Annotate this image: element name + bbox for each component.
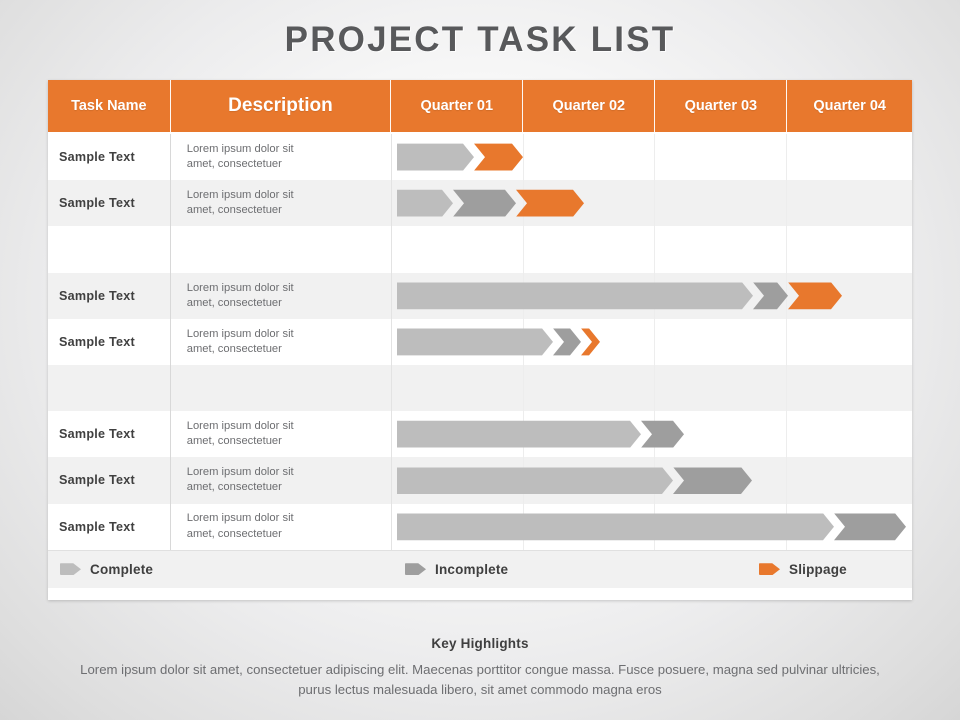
cell-q2 (524, 226, 656, 273)
cell-task-name: Sample Text (48, 134, 171, 181)
cell-q1 (392, 457, 524, 504)
cell-q4 (787, 180, 912, 226)
table-row: Sample Text Lorem ipsum dolor sit amet, co… (48, 411, 912, 458)
legend-swatch-slippage-icon (759, 563, 780, 576)
legend-item-incomplete: Incomplete (405, 562, 508, 577)
table-row: Sample Text Lorem ipsum dolor sit amet, co… (48, 272, 912, 319)
cell-description: Lorem ipsum dolor sit amet, consectetuer (171, 457, 392, 504)
cell-q1 (392, 318, 524, 365)
cell-q3 (655, 503, 788, 550)
cell-q3 (655, 364, 788, 412)
key-highlights-body: Lorem ipsum dolor sit amet, consectetuer… (80, 662, 880, 698)
column-header-quarter-01: Quarter 01 (391, 80, 524, 132)
cell-q4 (787, 365, 912, 411)
legend-item-slippage: Slippage (759, 562, 847, 577)
cell-q3 (655, 226, 788, 273)
cell-q4 (787, 457, 912, 503)
cell-q2 (524, 364, 656, 412)
table-row (48, 364, 912, 412)
legend-item-complete: Complete (60, 562, 153, 577)
cell-q2 (524, 272, 656, 319)
cell-q3 (655, 134, 788, 181)
table-row: Sample Text Lorem ipsum dolor sit amet, co… (48, 457, 912, 504)
table-header-row: Task Name Description Quarter 01 Quarter… (48, 80, 912, 134)
column-header-quarter-03: Quarter 03 (655, 80, 788, 132)
project-task-table: Task Name Description Quarter 01 Quarter… (48, 80, 912, 600)
cell-task-name (48, 364, 171, 412)
cell-description: Lorem ipsum dolor sit amet, consectetuer (171, 134, 392, 181)
key-highlights-title: Key Highlights (431, 636, 529, 651)
cell-q2 (524, 318, 656, 365)
column-header-description: Description (171, 80, 392, 132)
cell-q1 (392, 503, 524, 550)
cell-description: Lorem ipsum dolor sit amet, consectetuer (171, 318, 392, 365)
cell-q2 (524, 411, 656, 458)
cell-q4 (787, 504, 912, 550)
table-body: Sample Text Lorem ipsum dolor sit amet, co… (48, 134, 912, 550)
cell-task-name: Sample Text (48, 318, 171, 365)
cell-q2 (524, 457, 656, 504)
cell-q1 (392, 134, 524, 181)
cell-task-name (48, 226, 171, 273)
cell-description: Lorem ipsum dolor sit amet, consectetuer (171, 272, 392, 319)
cell-description (171, 226, 392, 273)
page-title: PROJECT TASK LIST (284, 20, 676, 59)
legend-swatch-incomplete-icon (405, 563, 426, 576)
chart-legend: Complete Incomplete Slippage (48, 549, 912, 588)
column-header-quarter-04: Quarter 04 (813, 98, 886, 114)
cell-description: Lorem ipsum dolor sit amet, consectetuer (171, 411, 392, 458)
cell-q3 (655, 272, 788, 319)
cell-q3 (655, 180, 788, 227)
cell-q1 (392, 226, 524, 273)
cell-q4 (787, 226, 912, 272)
cell-task-name: Sample Text (48, 411, 171, 458)
cell-q4 (787, 319, 912, 365)
cell-q4 (787, 273, 912, 319)
cell-q2 (524, 180, 656, 227)
cell-description (171, 364, 392, 412)
table-row: Sample Text Lorem ipsum dolor sit amet, co… (48, 318, 912, 365)
cell-q2 (524, 134, 656, 181)
key-highlights-section: Key Highlights Lorem ipsum dolor sit ame… (48, 636, 912, 701)
cell-q3 (655, 411, 788, 458)
cell-q3 (655, 457, 788, 504)
cell-q1 (392, 364, 524, 412)
cell-q1 (392, 180, 524, 227)
column-header-quarter-02: Quarter 02 (523, 80, 656, 132)
cell-task-name: Sample Text (48, 503, 171, 550)
cell-task-name: Sample Text (48, 457, 171, 504)
cell-q3 (655, 318, 788, 365)
table-row: Sample Text Lorem ipsum dolor sit amet, co… (48, 503, 912, 550)
table-row (48, 226, 912, 273)
cell-task-name: Sample Text (48, 180, 171, 227)
cell-q1 (392, 411, 524, 458)
cell-q4 (787, 134, 912, 180)
legend-label-complete: Complete (90, 561, 154, 577)
column-header-task-name: Task Name (48, 80, 171, 132)
cell-task-name: Sample Text (48, 272, 171, 319)
cell-description: Lorem ipsum dolor sit amet, consectetuer (171, 503, 392, 550)
legend-label-slippage: Slippage (789, 561, 847, 577)
table-row: Sample Text Lorem ipsum dolor sit amet, co… (48, 134, 912, 181)
legend-swatch-complete-icon (60, 563, 81, 576)
cell-q2 (524, 503, 656, 550)
table-row: Sample Text Lorem ipsum dolor sit amet, co… (48, 180, 912, 227)
cell-q1 (392, 272, 524, 319)
legend-label-incomplete: Incomplete (435, 561, 509, 577)
cell-description: Lorem ipsum dolor sit amet, consectetuer (171, 180, 392, 227)
cell-q4 (787, 411, 912, 457)
